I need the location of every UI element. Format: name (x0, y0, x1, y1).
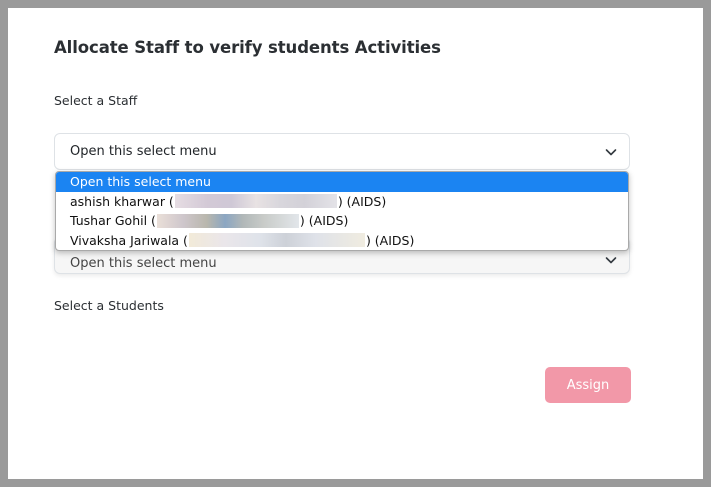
students-label: Select a Students (54, 298, 164, 313)
staff-select-value: Open this select menu (70, 144, 217, 159)
option-vivaksha-jariwala[interactable]: Vivaksha Jariwala ( ) (AIDS) (56, 231, 628, 251)
option-label-suffix: ) (AIDS) (337, 193, 387, 209)
staff-select[interactable]: Open this select menu (54, 133, 630, 170)
option-ashish-kharwar[interactable]: ashish kharwar ( ) (AIDS) (56, 192, 628, 212)
option-placeholder[interactable]: Open this select menu (56, 172, 628, 192)
option-tushar-gohil[interactable]: Tushar Gohil ( ) (AIDS) (56, 211, 628, 231)
staff-select-dropdown: Open this select menu ashish kharwar ( ) … (55, 171, 629, 251)
option-label-prefix: Tushar Gohil ( (70, 213, 156, 228)
redacted-email (156, 213, 299, 228)
chevron-down-icon (605, 149, 617, 156)
chevron-down-icon (605, 257, 617, 264)
option-label-suffix: ) (AIDS) (299, 213, 349, 228)
allocate-staff-modal: Allocate Staff to verify students Activi… (8, 8, 703, 479)
option-label-suffix: ) (AIDS) (365, 232, 415, 248)
second-select-value: Open this select menu (70, 256, 217, 271)
option-label-prefix: ashish kharwar ( (70, 193, 174, 209)
staff-label: Select a Staff (54, 93, 138, 108)
redacted-email (174, 194, 337, 208)
redacted-email (188, 233, 365, 247)
assign-button[interactable]: Assign (545, 367, 631, 403)
option-label-prefix: Vivaksha Jariwala ( (70, 232, 188, 248)
option-label: Open this select menu (70, 174, 211, 189)
modal-title: Allocate Staff to verify students Activi… (54, 38, 441, 57)
